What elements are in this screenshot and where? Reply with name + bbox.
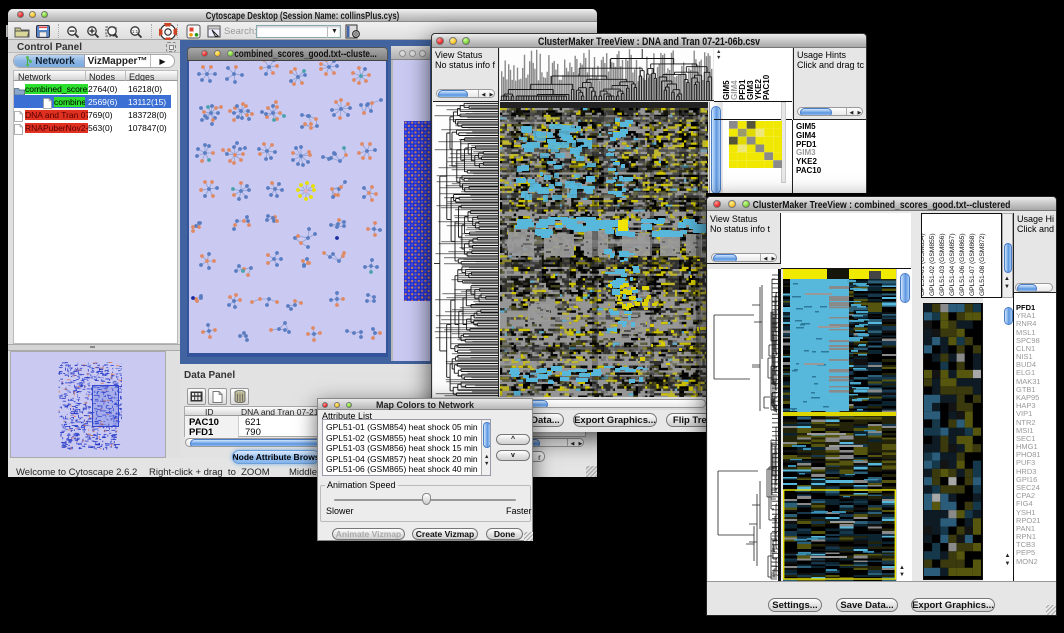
svg-text:1:1: 1:1 — [132, 29, 139, 34]
